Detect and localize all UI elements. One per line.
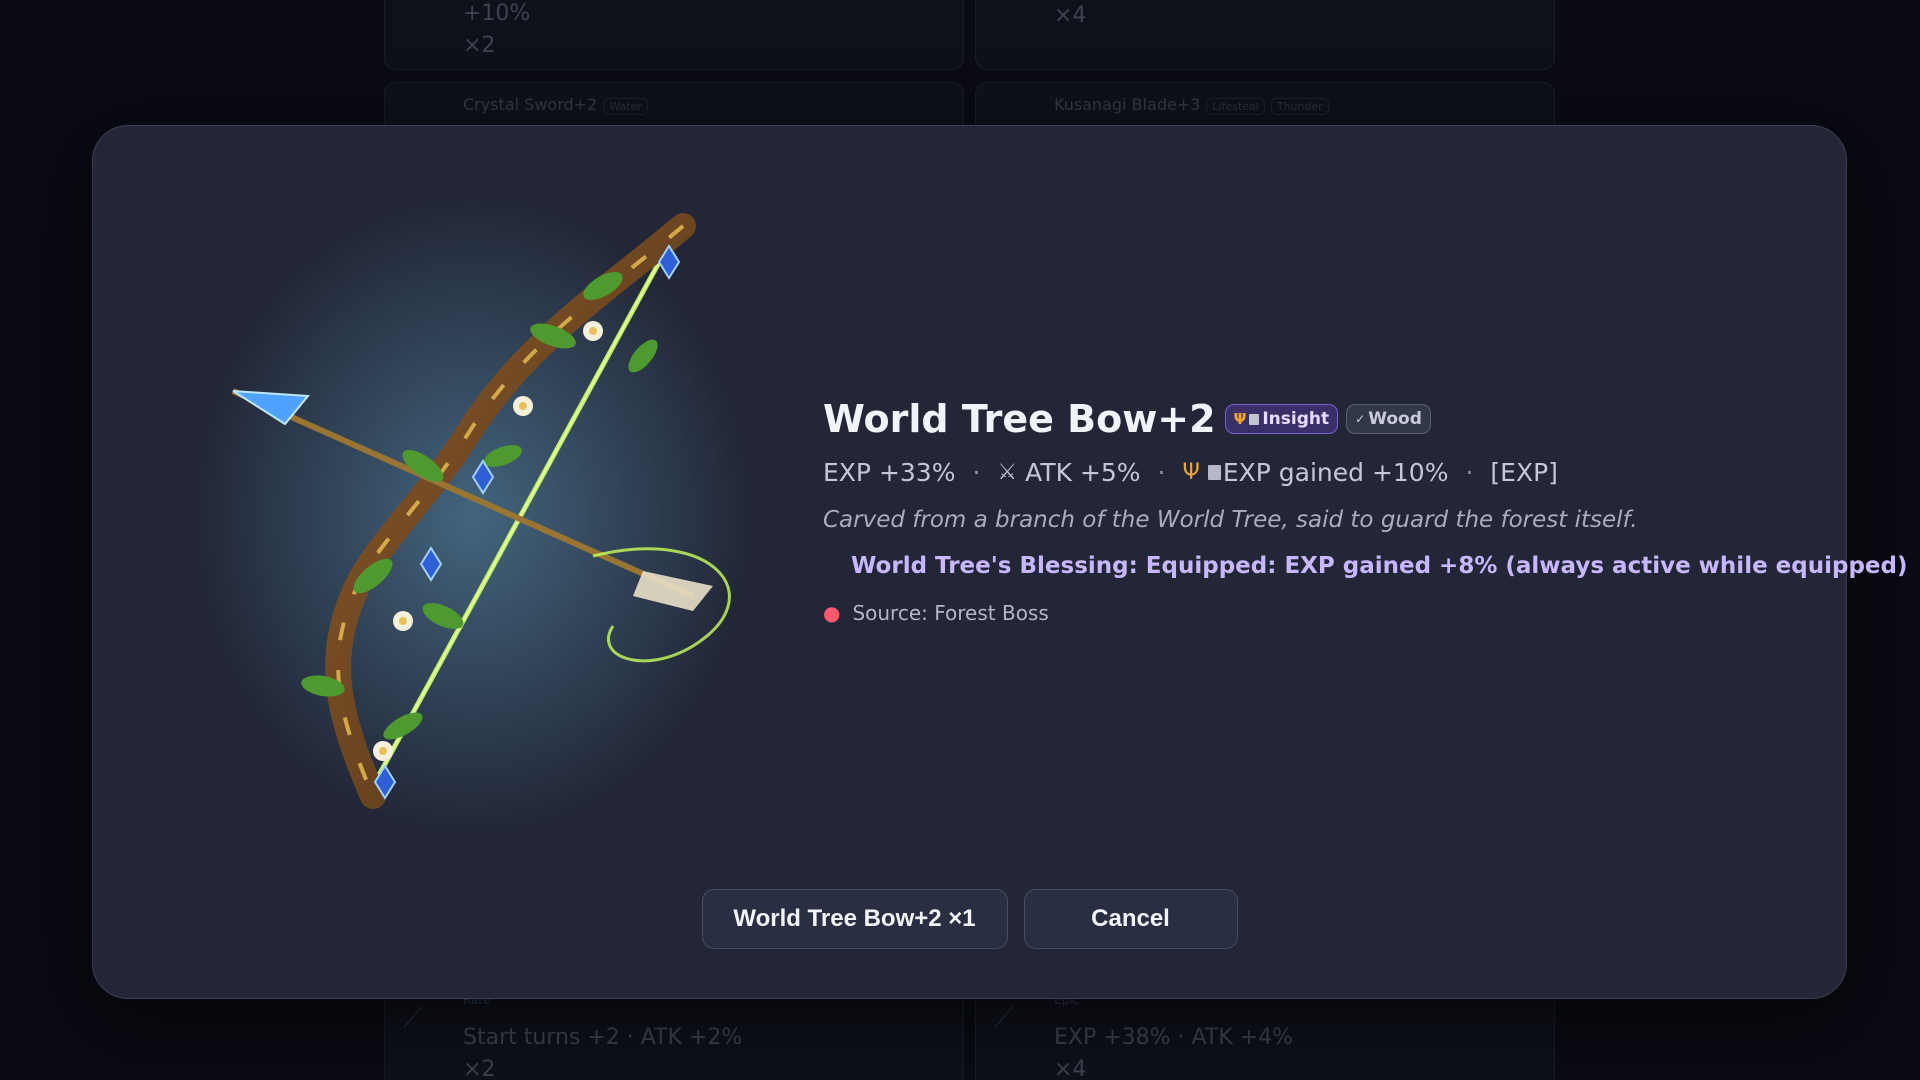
confirm-item-button[interactable]: World Tree Bow+2 ×1	[701, 889, 1008, 949]
separator: ·	[972, 458, 981, 487]
wood-badge: ✓ Wood	[1346, 404, 1431, 434]
sword-icon: ⚔	[997, 460, 1018, 485]
item-detail-modal: World Tree Bow+2 Ψ Insight ✓ Wood EXP +3…	[92, 125, 1908, 999]
item-info: World Tree Bow+2 Ψ Insight ✓ Wood EXP +3…	[823, 394, 1908, 625]
separator: ·	[1157, 458, 1166, 487]
square-icon	[1249, 413, 1260, 425]
cancel-button[interactable]: Cancel	[1023, 889, 1238, 949]
source-row: ● Source: Forest Boss	[823, 601, 1823, 625]
atk-stat: ATK +5%	[1025, 458, 1141, 487]
exp-tag: [EXP]	[1490, 458, 1558, 487]
separator: ·	[1465, 458, 1474, 487]
trident-icon: Ψ	[1182, 460, 1200, 485]
blessing-row: World Tree's Blessing: Equipped: EXP gai…	[823, 553, 1908, 579]
trident-icon: Ψ	[1233, 410, 1247, 428]
modal-actions: World Tree Bow+2 ×1 Cancel	[93, 889, 1846, 949]
diamond-icon	[826, 561, 836, 571]
leaf-icon: ✓	[1355, 412, 1366, 426]
square-icon	[1207, 465, 1221, 480]
pin-icon: ●	[823, 601, 841, 625]
blessing-text: World Tree's Blessing: Equipped: EXP gai…	[851, 553, 1908, 579]
world-tree-bow-image	[193, 196, 753, 836]
exp-gained-stat: EXP gained +10%	[1222, 458, 1449, 487]
exp-stat: EXP +33%	[823, 458, 956, 487]
badge-label: Insight	[1262, 409, 1330, 429]
source-text: Source: Forest Boss	[852, 601, 1049, 625]
item-description: Carved from a branch of the World Tree, …	[823, 507, 1638, 533]
badge-label: Wood	[1368, 409, 1422, 429]
insight-badge: Ψ Insight	[1224, 404, 1339, 434]
title-row: World Tree Bow+2 Ψ Insight ✓ Wood	[823, 394, 1823, 444]
item-title: World Tree Bow+2	[823, 397, 1216, 441]
stats-row: EXP +33% · ⚔ ATK +5% · Ψ EXP gained +10%…	[823, 458, 1823, 487]
